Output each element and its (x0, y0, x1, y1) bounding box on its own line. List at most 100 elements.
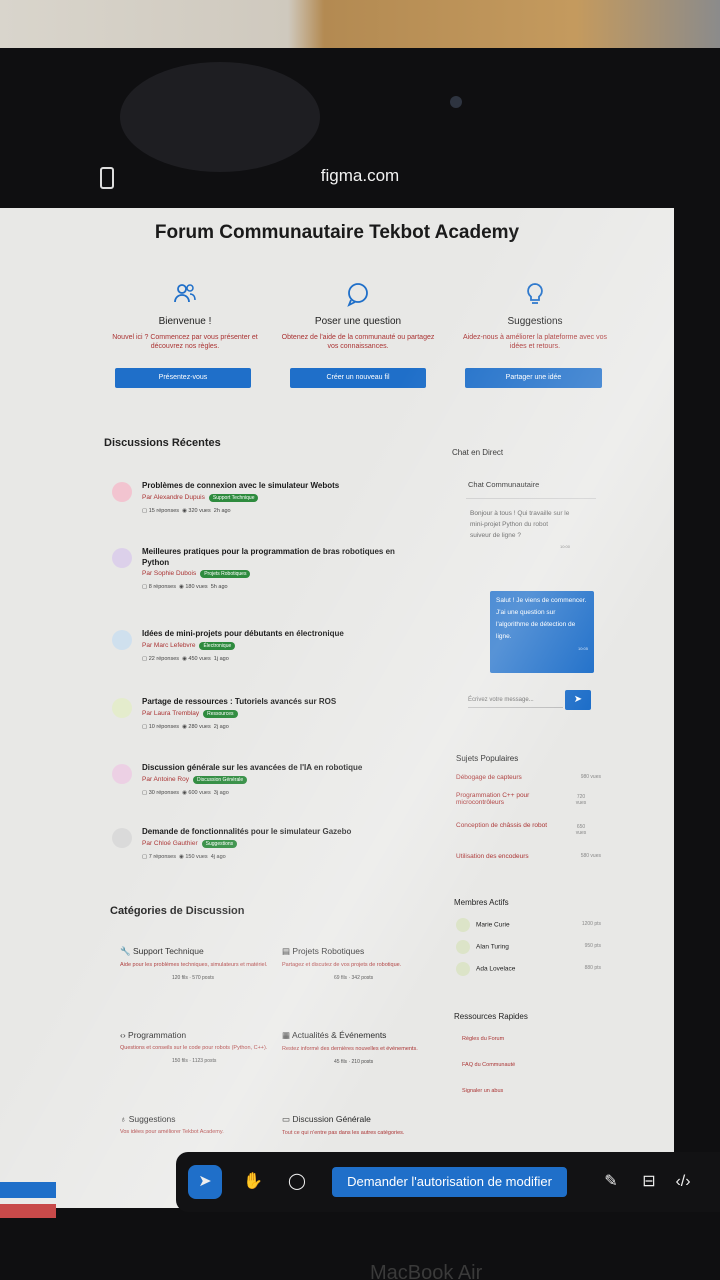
message-input[interactable]: Écrivez votre message... (468, 692, 563, 708)
welcome-title: Bienvenue ! (158, 316, 212, 327)
welcome-card-bienvenue: Bienvenue ! Nouvel ici ? Commencez par v… (105, 280, 265, 388)
categories-title: Catégories de Discussion (110, 905, 245, 917)
category-desc: Partagez et discutez de vos projets de r… (282, 962, 402, 968)
chat-message: Bonjour à tous ! Qui travaille sur le mi… (470, 510, 570, 549)
code-view-icon[interactable]: ‹/› (666, 1165, 700, 1199)
discussion-meta: ▢ 8 réponses ◉ 180 vues 5h ago (142, 584, 228, 590)
chat-bubble-icon (347, 283, 368, 307)
lightbulb-icon: ♁ (120, 1114, 127, 1124)
category-title: ▤ Projets Robotiques (282, 946, 365, 956)
category-meta: 45 fils · 210 posts (334, 1059, 374, 1065)
browser-bar: figma.com (0, 150, 720, 206)
desk-background (0, 0, 720, 50)
category-badge: Projets Robotiques (200, 570, 251, 578)
welcome-title: Suggestions (507, 316, 563, 327)
request-edit-button[interactable]: Demander l'autorisation de modifier (332, 1167, 567, 1197)
avatar (456, 940, 470, 954)
popular-topic[interactable]: Utilisation des encodeurs 580 vues (456, 853, 601, 860)
category-meta: 150 fils · 1123 posts (172, 1058, 217, 1064)
annotate-icon[interactable]: ✎ (594, 1165, 628, 1199)
offscreen-button (0, 1182, 56, 1198)
discussion-author: Par Marc Lefebvre Électronique (142, 642, 236, 650)
category-badge: Support Technique (208, 494, 259, 502)
move-tool-icon[interactable]: ➤ (188, 1165, 222, 1199)
discussion-title[interactable]: Demande de fonctionnalités pour le simul… (142, 826, 422, 837)
share-idea-button[interactable]: Partager une idée (465, 368, 602, 388)
lightbulb-icon (527, 283, 543, 304)
recent-discussions-title: Discussions Récentes (104, 437, 221, 449)
category-badge: Suggestions (201, 840, 238, 848)
discussion-author: Par Laura Tremblay Ressources (142, 710, 238, 718)
active-members-title: Membres Actifs (454, 898, 509, 907)
welcome-card-suggestions: Suggestions Aidez-nous à améliorer la pl… (455, 280, 615, 388)
discussion-title[interactable]: Idées de mini-projets pour débutants en … (142, 628, 422, 639)
popular-topic[interactable]: Débogage de capteurs 980 vues (456, 774, 601, 781)
page-title: Forum Communautaire Tekbot Academy (154, 222, 520, 243)
discussion-meta: ▢ 7 réponses ◉ 150 vues 4j ago (142, 854, 226, 860)
figma-canvas: Forum Communautaire Tekbot Academy Bienv… (0, 208, 674, 1208)
category-card[interactable]: ▤ Projets Robotiques Partagez et discute… (282, 946, 432, 981)
new-thread-button[interactable]: Créer un nouveau fil (290, 368, 426, 388)
discussion-meta: ▢ 10 réponses ◉ 280 vues 2j ago (142, 724, 229, 730)
category-badge: Ressources (203, 710, 238, 718)
avatar (112, 630, 132, 650)
discussion-title[interactable]: Partage de ressources : Tutoriels avancé… (142, 696, 422, 707)
category-card[interactable]: ‹› Programmation Questions et conseils s… (120, 1030, 270, 1064)
category-meta: 120 fils · 570 posts (172, 975, 214, 981)
discussion-author: Par Sophie Dubois Projets Robotiques (142, 570, 251, 578)
welcome-desc: Obtenez de l'aide de la communauté ou pa… (281, 334, 435, 350)
category-card[interactable]: ▭ Discussion Générale Tout ce qui n'entr… (282, 1114, 432, 1137)
welcome-desc: Aidez-nous à améliorer la plateforme ave… (463, 334, 607, 350)
member-row[interactable]: Marie Curie 1200 pts (456, 918, 601, 932)
inspect-icon[interactable]: ⊟ (632, 1165, 666, 1199)
category-title: ‹› Programmation (120, 1030, 187, 1040)
url-label[interactable]: figma.com (0, 166, 720, 186)
category-title: 🔧 Support Technique (120, 946, 204, 956)
send-icon: ➤ (573, 694, 583, 705)
category-title: ▦ Actualités & Événements (282, 1030, 387, 1040)
discussion-title[interactable]: Discussion générale sur les avancées de … (142, 762, 422, 773)
send-button[interactable]: ➤ (565, 690, 591, 710)
category-desc: Vos idées pour améliorer Tekbot Academy. (120, 1129, 224, 1135)
category-badge: Discussion Générale (192, 776, 248, 784)
category-desc: Tout ce qui n'entre pas dans les autres … (282, 1130, 405, 1136)
users-icon (174, 284, 196, 303)
offscreen-button (0, 1204, 56, 1218)
avatar (112, 828, 132, 848)
popular-topic[interactable]: Conception de châssis de robot (456, 822, 566, 829)
avatar (112, 482, 132, 502)
figma-toolbar: ➤ ✋ ◯ Demander l'autorisation de modifie… (176, 1152, 720, 1212)
category-title: ▭ Discussion Générale (282, 1114, 371, 1124)
category-title: ♁ Suggestions (120, 1114, 176, 1124)
category-meta: 69 fils · 342 posts (334, 975, 374, 981)
resource-link[interactable]: Signaler un abus (462, 1088, 503, 1094)
discussion-title[interactable]: Meilleures pratiques pour la programmati… (142, 546, 412, 568)
avatar (112, 698, 132, 718)
popular-topic[interactable]: Programmation C++ pour microcontrôleurs (456, 792, 566, 806)
resource-link[interactable]: FAQ du Communauté (462, 1062, 515, 1068)
chat-square-icon: ▭ (282, 1114, 291, 1124)
live-chat-title: Chat en Direct (452, 448, 504, 457)
camera-icon (450, 96, 462, 108)
avatar (112, 548, 132, 568)
discussion-meta: ▢ 30 réponses ◉ 600 vues 3j ago (142, 790, 229, 796)
chat-message-own: Salut ! Je viens de commencer. J'ai une … (490, 591, 594, 673)
category-card[interactable]: 🔧 Support Technique Aide pour les problè… (120, 946, 270, 981)
member-row[interactable]: Ada Lovelace 880 pts (456, 962, 601, 976)
category-card[interactable]: ▦ Actualités & Événements Restez informé… (282, 1030, 432, 1065)
welcome-card-question: Poser une question Obtenez de l'aide de … (278, 280, 438, 388)
discussion-title[interactable]: Problèmes de connexion avec le simulateu… (142, 480, 422, 491)
resource-link[interactable]: Règles du Forum (462, 1036, 504, 1042)
chat-title: Chat Communautaire (468, 480, 540, 489)
discussion-meta: ▢ 22 réponses ◉ 450 vues 1j ago (142, 656, 229, 662)
wrench-icon: 🔧 (120, 946, 131, 956)
comment-tool-icon[interactable]: ◯ (280, 1165, 314, 1199)
hand-tool-icon[interactable]: ✋ (236, 1165, 270, 1199)
discussion-author: Par Antoine Roy Discussion Générale (142, 776, 248, 784)
calendar-icon: ▦ (282, 1030, 291, 1040)
introduce-button[interactable]: Présentez-vous (115, 368, 251, 388)
discussion-author: Par Alexandre Dupuis Support Technique (142, 494, 259, 502)
member-row[interactable]: Alan Turing 950 pts (456, 940, 601, 954)
category-card[interactable]: ♁ Suggestions Vos idées pour améliorer T… (120, 1114, 270, 1136)
welcome-desc: Nouvel ici ? Commencez par vous présente… (112, 334, 258, 350)
